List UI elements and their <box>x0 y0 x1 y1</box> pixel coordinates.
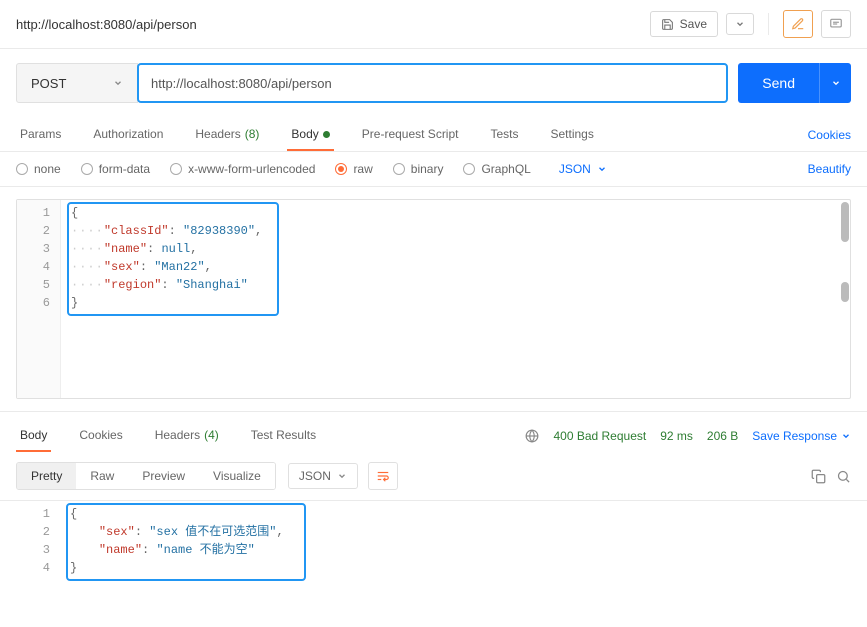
headers-count: (8) <box>245 127 260 141</box>
pencil-icon <box>791 17 805 31</box>
response-tab-cookies[interactable]: Cookies <box>75 420 126 452</box>
url-input[interactable]: http://localhost:8080/api/person <box>137 63 728 103</box>
save-button[interactable]: Save <box>650 11 718 37</box>
wrap-icon <box>376 469 390 483</box>
chevron-down-icon <box>113 78 123 88</box>
radio-icon <box>16 163 28 175</box>
method-select[interactable]: POST <box>16 63 138 103</box>
chevron-down-icon <box>841 431 851 441</box>
view-pretty[interactable]: Pretty <box>17 463 76 489</box>
radio-icon <box>170 163 182 175</box>
save-label: Save <box>680 17 707 31</box>
chevron-down-icon <box>597 164 607 174</box>
method-value: POST <box>31 76 66 91</box>
chevron-down-icon <box>337 471 347 481</box>
view-visualize[interactable]: Visualize <box>199 463 275 489</box>
radio-icon <box>81 163 93 175</box>
save-response-link[interactable]: Save Response <box>752 429 851 443</box>
body-type-raw[interactable]: raw <box>335 162 372 176</box>
search-button[interactable] <box>836 469 851 484</box>
body-type-none[interactable]: none <box>16 162 61 176</box>
body-type-binary[interactable]: binary <box>393 162 444 176</box>
divider <box>768 13 769 35</box>
wrap-lines-button[interactable] <box>368 462 398 490</box>
copy-button[interactable] <box>811 469 826 484</box>
tab-prerequest[interactable]: Pre-request Script <box>358 119 463 151</box>
line-gutter: 1 2 3 4 <box>16 501 60 611</box>
tab-body[interactable]: Body <box>287 119 333 151</box>
tab-headers[interactable]: Headers (8) <box>191 119 263 151</box>
comment-button[interactable] <box>821 10 851 38</box>
body-indicator-dot-icon <box>323 131 330 138</box>
body-format-select[interactable]: JSON <box>559 162 607 176</box>
cookies-link[interactable]: Cookies <box>808 120 851 150</box>
response-body-code: { "sex": "sex 值不在可选范围", "name": "name 不能… <box>16 501 851 591</box>
response-body-editor[interactable]: 1 2 3 4 { "sex": "sex 值不在可选范围", "name": … <box>16 501 851 611</box>
copy-icon <box>811 469 826 484</box>
send-button[interactable]: Send <box>738 63 819 103</box>
response-tab-test-results[interactable]: Test Results <box>247 420 320 452</box>
comment-icon <box>829 17 843 31</box>
response-tab-headers[interactable]: Headers (4) <box>151 420 223 452</box>
radio-icon <box>335 163 347 175</box>
tab-headers-label: Headers <box>195 127 240 141</box>
view-preview[interactable]: Preview <box>128 463 199 489</box>
save-icon <box>661 18 674 31</box>
chevron-down-icon <box>831 78 841 88</box>
response-view-group: Pretty Raw Preview Visualize <box>16 462 276 490</box>
send-dropdown-button[interactable] <box>819 63 851 103</box>
edit-button[interactable] <box>783 10 813 38</box>
chevron-down-icon <box>735 19 745 29</box>
save-dropdown-button[interactable] <box>726 13 754 35</box>
line-gutter: 1 2 3 4 5 6 <box>17 200 61 398</box>
tab-settings[interactable]: Settings <box>547 119 598 151</box>
body-type-graphql[interactable]: GraphQL <box>463 162 530 176</box>
tab-tests[interactable]: Tests <box>486 119 522 151</box>
response-tab-body[interactable]: Body <box>16 420 51 452</box>
radio-icon <box>393 163 405 175</box>
tab-authorization[interactable]: Authorization <box>89 119 167 151</box>
beautify-link[interactable]: Beautify <box>808 162 851 176</box>
scrollbar-thumb[interactable] <box>16 591 851 611</box>
tab-params[interactable]: Params <box>16 119 65 151</box>
request-body-code[interactable]: { ····"classId": "82938390", ····"name":… <box>17 200 850 320</box>
scrollbar-thumb[interactable] <box>841 282 849 302</box>
body-type-urlencoded[interactable]: x-www-form-urlencoded <box>170 162 315 176</box>
response-time: 92 ms <box>660 429 693 443</box>
view-raw[interactable]: Raw <box>76 463 128 489</box>
url-value: http://localhost:8080/api/person <box>151 76 332 91</box>
response-headers-count: (4) <box>204 428 219 442</box>
response-status: 400 Bad Request <box>553 429 646 443</box>
response-size: 206 B <box>707 429 738 443</box>
globe-icon[interactable] <box>525 429 539 443</box>
scrollbar-thumb[interactable] <box>841 202 849 242</box>
request-body-editor[interactable]: 1 2 3 4 5 6 { ····"classId": "82938390",… <box>16 199 851 399</box>
tab-body-label: Body <box>291 127 318 141</box>
body-type-form-data[interactable]: form-data <box>81 162 150 176</box>
tab-title: http://localhost:8080/api/person <box>16 17 650 32</box>
response-format-select[interactable]: JSON <box>288 463 358 489</box>
search-icon <box>836 469 851 484</box>
radio-icon <box>463 163 475 175</box>
